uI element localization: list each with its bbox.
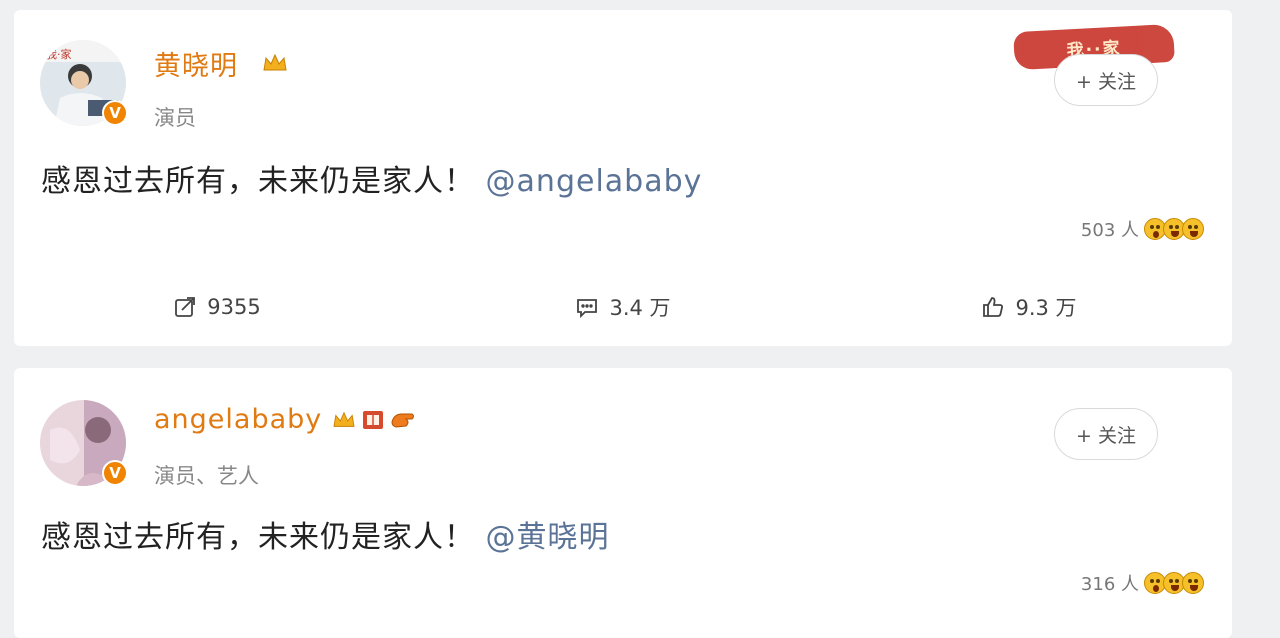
avatar[interactable]: 我·家 V (40, 40, 128, 126)
reaction-count: 503 人 (1080, 220, 1139, 241)
user-title: 演员、艺人 (154, 464, 259, 488)
hug-emoji-icon (1182, 218, 1204, 240)
post-content: 感恩过去所有，未来仍是家人！ @angelababy (41, 156, 702, 200)
post-actions: 9355 3.4 万 9.3 万 (14, 282, 1232, 332)
user-badges (262, 52, 288, 74)
post-content: 感恩过去所有，未来仍是家人！ @黄晓明 (41, 512, 610, 556)
post-card: V angelababy 演员、艺人 + 关注 感恩过去所有，未来仍是家人！ @… (14, 368, 1232, 638)
thumbs-up-icon (983, 297, 1004, 317)
reaction-emojis (1144, 572, 1204, 594)
repost-button[interactable]: 9355 (14, 295, 420, 319)
reaction-emojis (1144, 218, 1204, 240)
comment-count: 3.4 万 (609, 296, 671, 320)
grin-emoji-icon (1182, 572, 1204, 594)
mention-link[interactable]: @黄晓明 (486, 520, 610, 555)
reactions[interactable]: 316 人 (1081, 570, 1204, 596)
user-title: 演员 (154, 106, 196, 130)
like-count: 9.3 万 (1015, 296, 1077, 320)
avatar[interactable]: V (40, 400, 128, 486)
repost-count: 9355 (207, 295, 261, 319)
comment-icon (577, 299, 598, 319)
verified-badge-icon: V (102, 100, 128, 126)
verified-badge-icon: V (102, 460, 128, 486)
svg-text:我·家: 我·家 (46, 47, 72, 61)
book-badge-icon (363, 411, 383, 429)
mention-link[interactable]: @angelababy (486, 164, 703, 199)
follow-button[interactable]: + 关注 (1054, 54, 1158, 106)
comment-button[interactable]: 3.4 万 (420, 292, 826, 322)
post-card: 我··家 我·家 V 黄晓明 演员 + 关注 感恩过去所有，未来仍是家人！ @a… (14, 10, 1232, 346)
crown-icon (333, 411, 355, 427)
username[interactable]: 黄晓明 (154, 44, 238, 83)
reactions[interactable]: 503 人 (1081, 216, 1204, 242)
hand-badge-icon (391, 413, 414, 428)
crown-icon (263, 53, 287, 71)
username[interactable]: angelababy (154, 404, 322, 435)
repost-icon (175, 297, 196, 317)
reaction-count: 316 人 (1080, 574, 1139, 595)
post-text: 感恩过去所有，未来仍是家人！ (41, 520, 475, 555)
follow-button[interactable]: + 关注 (1054, 408, 1158, 460)
post-text: 感恩过去所有，未来仍是家人！ (41, 164, 475, 199)
like-button[interactable]: 9.3 万 (826, 292, 1232, 322)
user-badges (332, 410, 416, 430)
